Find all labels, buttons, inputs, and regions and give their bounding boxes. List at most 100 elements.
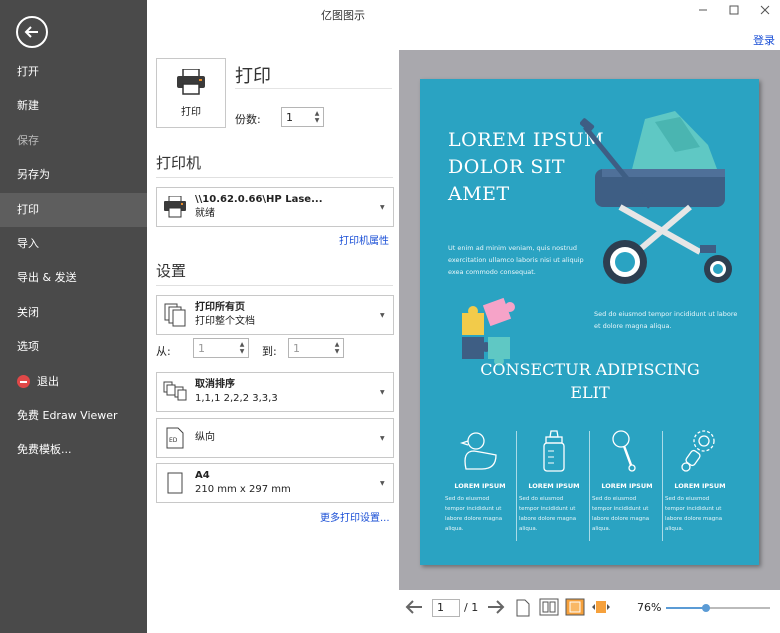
print-button[interactable]: 打印: [156, 58, 226, 128]
feature-caption: LOREM IPSUM: [528, 482, 580, 490]
sidebar-item[interactable]: 导出 & 发送: [0, 261, 147, 295]
chevron-down-icon: ▼: [380, 434, 385, 442]
close-window-button[interactable]: [758, 4, 772, 18]
range-main: 打印所有页: [195, 302, 245, 313]
sidebar-item[interactable]: 关闭: [0, 296, 147, 330]
chevron-down-icon: ▼: [380, 388, 385, 396]
fit-page-button[interactable]: [565, 598, 585, 620]
sidebar-item[interactable]: 免费 Edraw Viewer: [0, 399, 147, 433]
settings-section-title: 设置: [156, 262, 187, 280]
feature-text-line: Sed do eiusmod: [445, 496, 490, 502]
paper-main: A4: [195, 470, 210, 481]
divider: [235, 88, 392, 89]
close-icon: [760, 5, 770, 15]
page-number-input[interactable]: 1: [432, 599, 460, 617]
two-page-view-button[interactable]: [539, 598, 559, 620]
fit-width-icon: [592, 601, 610, 613]
zoom-level: 76%: [637, 601, 662, 614]
orientation-select[interactable]: ED 纵向 ▼: [156, 418, 394, 458]
sidebar-item[interactable]: 免费模板...: [0, 433, 147, 467]
zoom-slider[interactable]: [666, 604, 770, 612]
feature-column: LOREM IPSUM Sed do eiusmod tempor incidi…: [444, 429, 516, 534]
sub-title-line: CONSECTUR ADIPISCING: [480, 360, 700, 379]
sidebar-item[interactable]: 导入: [0, 227, 147, 261]
sidebar-item-label: 新建: [17, 99, 39, 113]
printer-select[interactable]: \\10.62.0.66\HP Lase... 就绪 ▼: [156, 187, 394, 227]
more-print-settings-link[interactable]: 更多打印设置...: [320, 509, 390, 524]
printer-properties-link[interactable]: 打印机属性: [339, 232, 389, 247]
sidebar-item[interactable]: 新建: [0, 89, 147, 123]
feature-text-line: Sed do eiusmod: [592, 496, 637, 502]
feature-text-line: Sed do eiusmod: [519, 496, 564, 502]
maximize-button[interactable]: [727, 4, 741, 18]
pages-icon: [164, 303, 186, 327]
paragraph-line: Sed do eiusmod tempor incididunt ut labo…: [594, 310, 738, 318]
copies-label: 份数:: [235, 113, 261, 126]
sidebar-item[interactable]: 选项: [0, 330, 147, 364]
stepper-arrows[interactable]: ▲ ▼: [311, 108, 323, 126]
svg-text:ED: ED: [169, 437, 178, 444]
prev-page-button[interactable]: [405, 600, 423, 618]
copies-stepper[interactable]: 1 ▲ ▼: [281, 107, 324, 127]
sidebar-item-label: 另存为: [17, 168, 50, 182]
collate-main: 取消排序: [195, 379, 235, 390]
fit-width-button[interactable]: [591, 599, 611, 619]
two-pages-icon: [539, 598, 559, 616]
title-bar: 亿图图示: [147, 0, 780, 30]
feature-text: Sed do eiusmod tempor incididunt ut labo…: [518, 494, 590, 534]
sidebar: 打开新建保存另存为打印导入导出 & 发送 关闭 选项 退出免费 Edraw Viewe…: [0, 0, 147, 633]
print-settings-panel: 打印 打印 份数: 1 ▲ ▼ 打印机 \\10.62.0.66\HP Lase.…: [147, 30, 399, 633]
sidebar-menu: 打开新建保存另存为打印导入导出 & 发送 关闭 选项 退出免费 Edraw Viewe…: [0, 55, 147, 468]
chevron-down-icon: ▼: [380, 479, 385, 487]
minimize-button[interactable]: [696, 4, 710, 18]
feature-text-line: labore dolore magna: [592, 516, 650, 522]
collate-icon: [163, 381, 187, 401]
print-range-select[interactable]: 打印所有页 打印整个文档 ▼: [156, 295, 394, 335]
arrow-left-icon: [405, 600, 422, 614]
from-page-stepper[interactable]: 1 ▲ ▼: [193, 338, 249, 358]
sidebar-item[interactable]: 退出: [0, 365, 147, 399]
copies-value: 1: [286, 110, 293, 124]
sidebar-item[interactable]: 保存: [0, 124, 147, 158]
printer-section-title: 打印机: [156, 154, 202, 172]
sidebar-item[interactable]: 打开: [0, 55, 147, 89]
feature-text-line: aliqua.: [592, 526, 611, 532]
zoom-slider-fill: [666, 607, 706, 609]
sidebar-item-label: 导入: [17, 236, 39, 250]
sub-title-line: ELIT: [570, 383, 610, 402]
feature-column: LOREM IPSUM Sed do eiusmod tempor incidi…: [591, 429, 663, 534]
side-paragraph: Sed do eiusmod tempor incididunt ut labo…: [594, 308, 737, 332]
page-icon: [516, 599, 530, 617]
preview-toolbar: 1 / 1 76%: [399, 590, 780, 633]
from-value: 1: [198, 341, 205, 355]
collate-sub: 1,1,1 2,2,2 3,3,3: [195, 393, 278, 404]
stroller-icon: [580, 111, 732, 284]
chevron-down-icon: ▼: [380, 203, 385, 211]
paper-icon: [167, 472, 183, 494]
page-total: / 1: [464, 601, 479, 614]
next-page-button[interactable]: [487, 600, 505, 618]
stepper-arrows[interactable]: ▲ ▼: [331, 339, 343, 357]
sidebar-item[interactable]: 打印: [0, 192, 147, 227]
duck-icon: [459, 432, 497, 470]
intro-paragraph: Ut enim ad minim veniam, quis nostrud ex…: [448, 242, 584, 278]
feature-column: LOREM IPSUM Sed do eiusmod tempor incidi…: [664, 429, 736, 534]
login-link[interactable]: 登录: [753, 32, 775, 48]
app-title: 亿图图示: [321, 9, 365, 22]
stepper-arrows[interactable]: ▲ ▼: [236, 339, 248, 357]
feature-text: Sed do eiusmod tempor incididunt ut labo…: [664, 494, 736, 534]
sidebar-item[interactable]: 另存为: [0, 158, 147, 192]
single-page-view-button[interactable]: [516, 599, 530, 621]
collate-select[interactable]: 取消排序 1,1,1 2,2,2 3,3,3 ▼: [156, 372, 394, 412]
arrow-left-icon: [24, 26, 38, 38]
zoom-slider-thumb[interactable]: [701, 604, 710, 612]
sub-title: CONSECTUR ADIPISCING ELIT: [450, 358, 730, 404]
sidebar-item-label: 免费 Edraw Viewer: [17, 408, 118, 422]
to-page-stepper[interactable]: 1 ▲ ▼: [288, 338, 344, 358]
portrait-icon: ED: [166, 427, 184, 449]
feature-column: LOREM IPSUM Sed do eiusmod tempor incidi…: [518, 429, 590, 534]
paper-size-select[interactable]: A4 210 mm x 297 mm ▼: [156, 463, 394, 503]
paragraph-line: exea commodo consequat.: [448, 268, 536, 276]
printer-name: \\10.62.0.66\HP Lase...: [195, 194, 323, 205]
back-button[interactable]: [16, 16, 48, 48]
